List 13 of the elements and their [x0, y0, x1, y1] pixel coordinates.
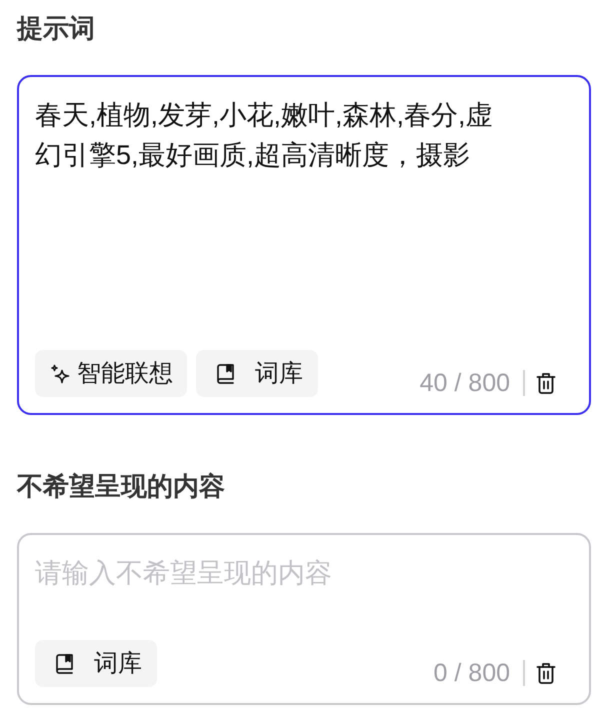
sparkle-icon [50, 364, 70, 384]
character-counter: 40 / 800 [420, 369, 510, 397]
section-title: 提示词 [17, 12, 95, 44]
trash-icon[interactable] [536, 372, 556, 394]
dictionary-button[interactable]: 词库 [196, 350, 318, 397]
dictionary-button[interactable]: 词库 [35, 640, 157, 687]
associate-button[interactable]: 智能联想 [35, 350, 187, 397]
character-counter: 0 / 800 [434, 659, 510, 687]
prompt-input[interactable]: 春天,植物,发芽,小花,嫩叶,森林,春分,虚幻引擎5,最好画质,超高清晰度，摄影 [35, 95, 505, 175]
book-icon [216, 364, 235, 384]
trash-icon[interactable] [536, 662, 556, 684]
section-title: 不希望呈现的内容 [17, 470, 225, 502]
book-icon [55, 654, 74, 674]
